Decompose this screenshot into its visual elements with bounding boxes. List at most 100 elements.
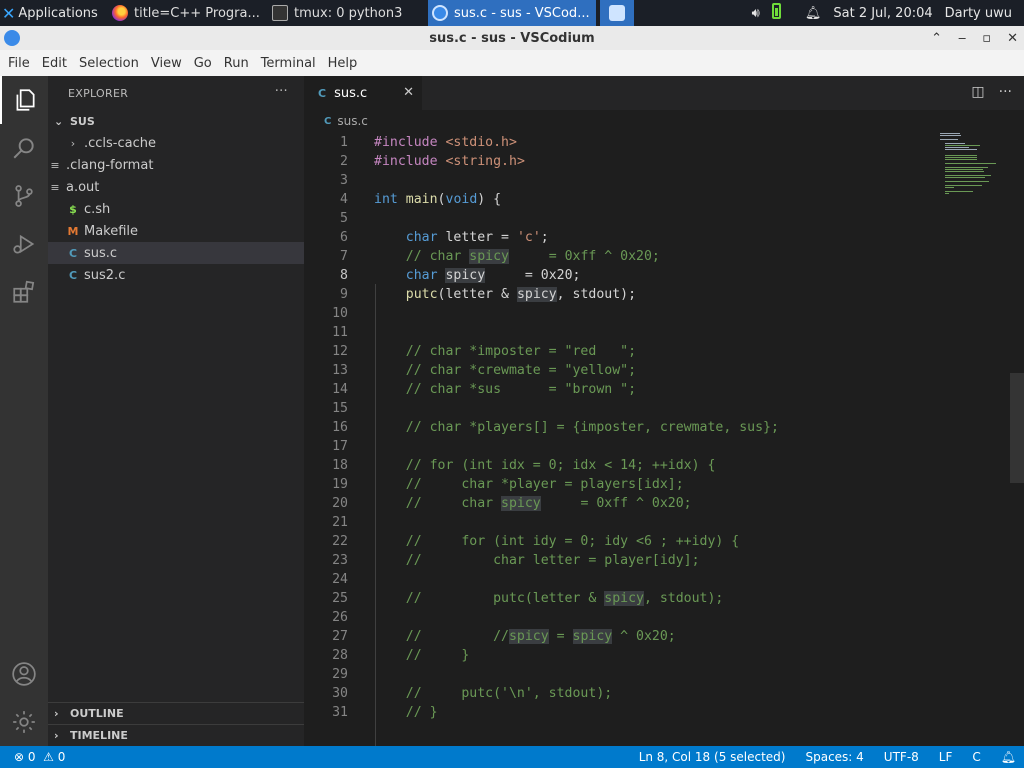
clock[interactable]: Sat 2 Jul, 20:04 bbox=[833, 6, 932, 21]
timeline-section[interactable]: › TIMELINE bbox=[48, 724, 304, 746]
line-number: 23 bbox=[332, 553, 348, 568]
code-line[interactable]: 18 // for (int idx = 0; idx < 14; ++idx)… bbox=[304, 456, 934, 475]
menu-run[interactable]: Run bbox=[218, 56, 255, 71]
code-line[interactable]: 21 bbox=[304, 513, 934, 532]
menu-view[interactable]: View bbox=[145, 56, 188, 71]
menu-help[interactable]: Help bbox=[322, 56, 364, 71]
minimap[interactable] bbox=[940, 133, 1010, 213]
close-icon[interactable]: ✕ bbox=[403, 85, 414, 100]
volume-icon[interactable]: 🔊︎ bbox=[752, 6, 760, 21]
user-menu[interactable]: Darty uwu bbox=[945, 6, 1012, 21]
split-editor-icon[interactable]: ◫ bbox=[971, 84, 984, 100]
code-line[interactable]: 28 // } bbox=[304, 646, 934, 665]
code-line[interactable]: 24 bbox=[304, 570, 934, 589]
status-bar: ⊗ 0 ⚠ 0 Ln 8, Col 18 (5 selected) Spaces… bbox=[0, 746, 1024, 768]
file-label: sus.c bbox=[84, 245, 118, 261]
gear-icon[interactable] bbox=[0, 698, 48, 746]
minimize-icon[interactable]: ‒ bbox=[958, 31, 966, 46]
dollar-icon: $ bbox=[69, 202, 77, 216]
notification-bell-icon[interactable]: 🔔︎ bbox=[805, 6, 822, 21]
menu-terminal[interactable]: Terminal bbox=[255, 56, 322, 71]
code-line[interactable]: 17 bbox=[304, 437, 934, 456]
file-item-c-sh[interactable]: $ c.sh bbox=[48, 198, 304, 220]
code-line[interactable]: 16 // char *players[] = {imposter, crewm… bbox=[304, 418, 934, 437]
menu-edit[interactable]: Edit bbox=[36, 56, 73, 71]
source-control-icon[interactable] bbox=[0, 172, 48, 220]
file-item-a-out[interactable]: ≡ a.out bbox=[48, 176, 304, 198]
breadcrumb[interactable]: C sus.c bbox=[304, 110, 1024, 132]
cursor-position[interactable]: Ln 8, Col 18 (5 selected) bbox=[639, 750, 786, 764]
line-number: 6 bbox=[340, 230, 348, 245]
taskbar-tmux[interactable]: tmux: 0 python3 bbox=[268, 0, 428, 26]
close-icon[interactable]: ✕ bbox=[1007, 31, 1018, 46]
indentation[interactable]: Spaces: 4 bbox=[805, 750, 863, 764]
code-line[interactable]: 29 bbox=[304, 665, 934, 684]
code-line[interactable]: 4 int main(void) { bbox=[304, 190, 934, 209]
file-item-sus2-c[interactable]: C sus2.c bbox=[48, 264, 304, 286]
code-line[interactable]: 5 bbox=[304, 209, 934, 228]
code-line[interactable]: 25 // putc(letter & spicy, stdout); bbox=[304, 589, 934, 608]
code-line[interactable]: 20 // char spicy = 0xff ^ 0x20; bbox=[304, 494, 934, 513]
applications-menu[interactable]: ✕ Applications bbox=[0, 0, 108, 26]
code-line[interactable]: 26 bbox=[304, 608, 934, 627]
encoding[interactable]: UTF-8 bbox=[884, 750, 919, 764]
minimap-line bbox=[944, 143, 965, 144]
line-number: 21 bbox=[332, 515, 348, 530]
outline-label: OUTLINE bbox=[70, 707, 124, 720]
taskbar-vscodium[interactable]: sus.c - sus - VSCod... bbox=[428, 0, 596, 26]
file-item-makefile[interactable]: M Makefile bbox=[48, 220, 304, 242]
activity-bar bbox=[0, 76, 48, 746]
vscodium-icon bbox=[432, 5, 448, 21]
chevron-right-icon: › bbox=[54, 729, 59, 742]
line-number: 4 bbox=[340, 192, 348, 207]
maximize-icon[interactable]: ⌃ bbox=[931, 31, 942, 46]
explorer-icon[interactable] bbox=[0, 76, 48, 124]
code-line[interactable]: 6 char letter = 'c'; bbox=[304, 228, 934, 247]
taskbar-firefox[interactable]: title=C++ Progra... bbox=[108, 0, 268, 26]
outline-section[interactable]: › OUTLINE bbox=[48, 702, 304, 724]
taskbar-label: sus.c - sus - VSCod... bbox=[454, 5, 590, 21]
code-line[interactable]: 31 // } bbox=[304, 703, 934, 722]
code-editor[interactable]: 1 #include <stdio.h> 2 #include <string.h> 3… bbox=[304, 133, 934, 746]
code-line[interactable]: 14 // char *sus = "brown "; bbox=[304, 380, 934, 399]
problems-indicator[interactable]: ⊗ 0 ⚠ 0 bbox=[14, 746, 65, 768]
menu-file[interactable]: File bbox=[2, 56, 36, 71]
editor-scrollbar[interactable] bbox=[1010, 133, 1024, 746]
restore-icon[interactable]: ▫ bbox=[982, 31, 991, 46]
menu-go[interactable]: Go bbox=[188, 56, 218, 71]
folder-sus[interactable]: ⌄ SUS bbox=[48, 110, 304, 132]
extensions-icon[interactable] bbox=[0, 268, 48, 316]
account-icon[interactable] bbox=[0, 650, 48, 698]
code-line[interactable]: 13 // char *crewmate = "yellow"; bbox=[304, 361, 934, 380]
code-line[interactable]: 15 bbox=[304, 399, 934, 418]
code-line[interactable]: 22 // for (int idy = 0; idy <6 ; ++idy) … bbox=[304, 532, 934, 551]
code-line[interactable]: 23 // char letter = player[idy]; bbox=[304, 551, 934, 570]
end-of-line[interactable]: LF bbox=[939, 750, 953, 764]
tab-sus-c[interactable]: C sus.c ✕ bbox=[304, 76, 422, 110]
menu-selection[interactable]: Selection bbox=[73, 56, 145, 71]
code-line[interactable]: 2 #include <string.h> bbox=[304, 152, 934, 171]
code-line[interactable]: 11 bbox=[304, 323, 934, 342]
file-item-ccls-cache[interactable]: › .ccls-cache bbox=[48, 132, 304, 154]
code-line[interactable]: 30 // putc('\n', stdout); bbox=[304, 684, 934, 703]
file-item-sus-c[interactable]: C sus.c bbox=[48, 242, 304, 264]
code-line[interactable]: 8 char spicy = 0x20; bbox=[304, 266, 934, 285]
more-actions-icon[interactable]: ··· bbox=[275, 84, 288, 99]
language-mode[interactable]: C bbox=[972, 750, 980, 764]
more-actions-icon[interactable]: ··· bbox=[999, 84, 1012, 100]
code-line[interactable]: 3 bbox=[304, 171, 934, 190]
workspace-switcher[interactable] bbox=[600, 0, 634, 26]
code-line[interactable]: 19 // char *player = players[idx]; bbox=[304, 475, 934, 494]
search-icon[interactable] bbox=[0, 124, 48, 172]
code-line[interactable]: 1 #include <stdio.h> bbox=[304, 133, 934, 152]
code-line[interactable]: 27 // //spicy = spicy ^ 0x20; bbox=[304, 627, 934, 646]
code-line[interactable]: 10 bbox=[304, 304, 934, 323]
file-item-clang-format[interactable]: ≡ .clang-format bbox=[48, 154, 304, 176]
code-line[interactable]: 12 // char *imposter = "red "; bbox=[304, 342, 934, 361]
run-debug-icon[interactable] bbox=[0, 220, 48, 268]
notification-bell-icon[interactable]: 🔔︎ bbox=[1001, 750, 1016, 764]
code-line[interactable]: 9 putc(letter & spicy, stdout); bbox=[304, 285, 934, 304]
scrollbar-thumb[interactable] bbox=[1010, 373, 1024, 483]
code-line[interactable]: 7 // char spicy = 0xff ^ 0x20; bbox=[304, 247, 934, 266]
battery-icon[interactable] bbox=[771, 3, 793, 23]
